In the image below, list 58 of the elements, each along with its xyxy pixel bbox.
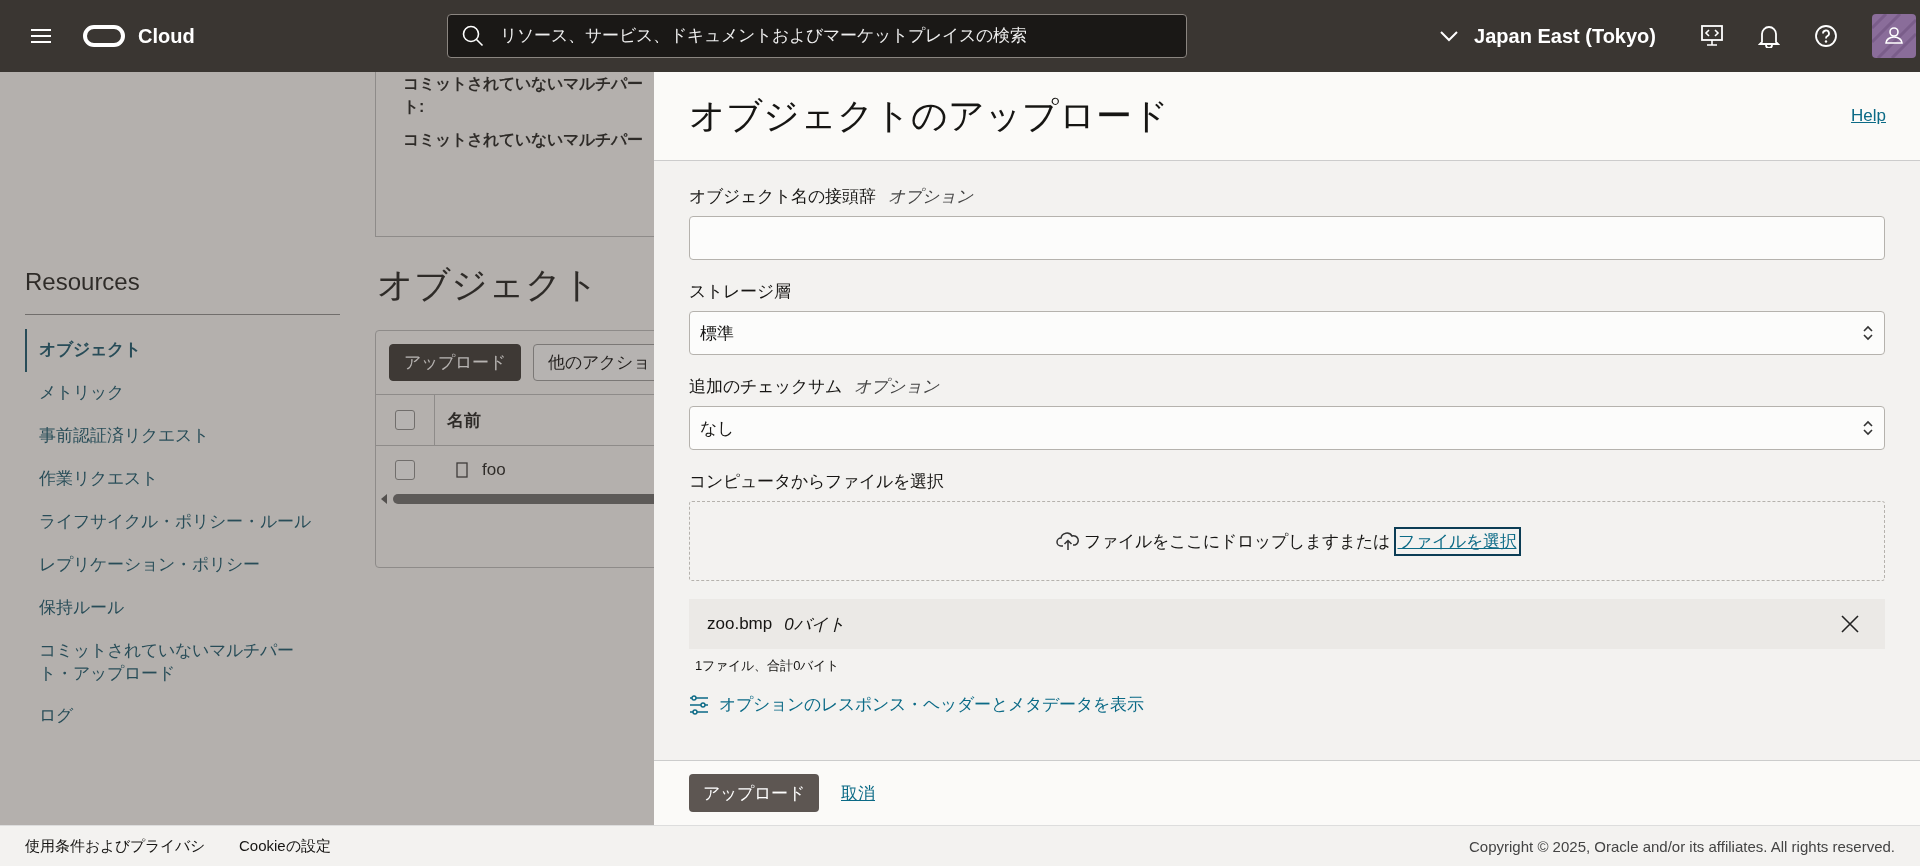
code-monitor-icon[interactable] [1700,24,1724,48]
select-field[interactable]: 標準 [689,311,1885,355]
search-input[interactable]: リソース、サービス、ドキュメントおよびマーケットプレイスの検索 [497,25,1172,47]
sidebar-item[interactable]: 保持ルール [25,586,327,630]
help-icon[interactable] [1814,24,1838,48]
sidebar-item[interactable]: メトリック [25,371,327,415]
menu-icon[interactable] [30,28,52,44]
sidebar-item[interactable]: レプリケーション・ポリシー [25,543,327,587]
logo-icon [82,24,126,48]
chevron-down-icon [1440,30,1459,42]
drawer-title: オブジェクトのアップロード [689,93,1169,138]
upload-button[interactable]: アップロード [389,344,521,381]
options-link[interactable]: オプションのレスポンス・ヘッダーとメタデータを表示 [689,693,1885,716]
table-cell: foo [482,460,506,480]
search-field[interactable]: リソース、サービス、ドキュメントおよびマーケットプレイスの検索 [446,14,1187,58]
footer-link[interactable]: Cookieの設定 [239,836,331,856]
sliders-icon [689,694,709,715]
sidebar-item[interactable]: ライフサイクル・ポリシー・ルール [25,500,327,544]
region-selector[interactable]: Japan East (Tokyo) [1440,24,1656,48]
detail-label: コミットされていないマルチパート: [403,74,644,118]
file-icon [456,462,468,478]
sidebar-item[interactable]: コミットされていないマルチパート・アップロード [25,629,327,696]
footer-link[interactable]: 使用条件およびプライバシ [25,836,205,856]
checkbox[interactable] [395,410,415,430]
field-label: オブジェクト名の接頭辞 オプション [689,186,975,208]
search-icon [461,25,484,47]
cloud-upload-icon [1055,531,1080,551]
brand-name: Cloud [138,24,195,48]
objects-heading: オブジェクト [376,263,600,307]
notifications-icon[interactable] [1758,24,1780,48]
detail-label: コミットされていないマルチパー [403,130,644,151]
checkbox[interactable] [395,460,415,480]
field-label: ストレージ層 [689,281,792,303]
help-link[interactable]: Help [1851,106,1886,126]
close-icon[interactable] [1841,615,1859,633]
up-down-icon [1862,324,1874,342]
drop-instructions: ファイルをここにドロップしますまたは [1083,530,1390,553]
drop-zone[interactable]: ファイルをここにドロップしますまたは ファイルを選択 [689,501,1885,581]
file-size: 0バイト [784,613,845,636]
file-summary: 1ファイル、合計0バイト [695,657,841,675]
field-label: 追加のチェックサム オプション [689,376,941,398]
sidebar-item[interactable]: ログ [25,695,327,739]
select-field[interactable]: なし [689,406,1885,450]
resources-heading: Resources [25,268,340,315]
sidebar-item[interactable]: オブジェクト [25,329,327,372]
choose-file-link[interactable]: ファイルを選択 [1395,528,1519,554]
file-name: zoo.bmp [707,614,773,634]
upload-button[interactable]: アップロード [689,774,819,812]
sidebar-item[interactable]: 事前認証済リクエスト [25,414,327,458]
sidebar-item[interactable]: 作業リクエスト [25,457,327,501]
cancel-link[interactable]: 取消 [841,781,875,805]
input-field[interactable] [689,216,1885,260]
column-header: 名前 [446,409,481,432]
up-down-icon [1862,419,1874,437]
copyright-text: Copyright © 2025, Oracle and/or its affiliates. All rights reserved. [1469,837,1895,855]
field-label: コンピュータからファイルを選択 [689,471,945,493]
avatar-icon[interactable] [1872,14,1916,58]
actions-button[interactable]: 他のアクショ [533,344,654,381]
